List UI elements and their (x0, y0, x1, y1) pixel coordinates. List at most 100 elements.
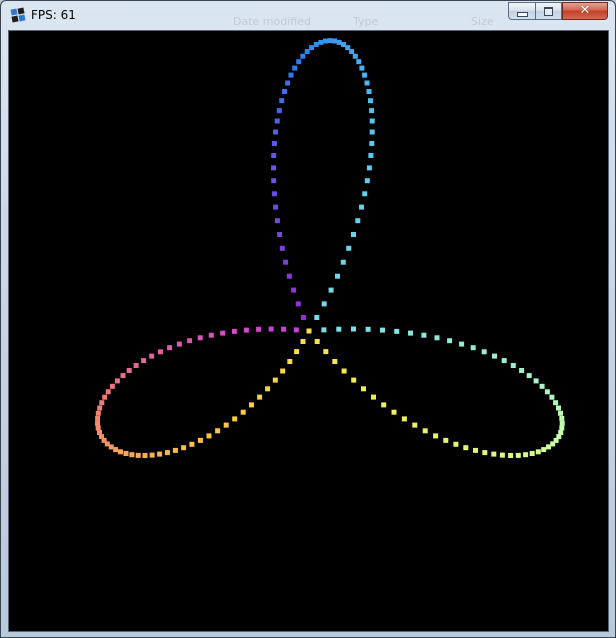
curve-dot (559, 420, 565, 426)
curve-dot (332, 359, 338, 364)
curve-dot (187, 338, 193, 344)
curve-dot (515, 452, 521, 458)
curve-dot (105, 389, 111, 395)
curve-dot (533, 378, 539, 384)
curve-dot (189, 441, 195, 447)
curve-dot (473, 447, 478, 453)
curve-dot (340, 259, 346, 265)
curve-dot (556, 405, 561, 411)
curve-dot (273, 204, 279, 210)
curve-dot (118, 449, 123, 455)
curve-dot (351, 326, 356, 332)
curve-dot (285, 80, 291, 86)
curve-dot (508, 453, 514, 458)
curve-dot (433, 433, 439, 439)
curve-dot (272, 377, 278, 383)
curve-dot (323, 38, 328, 44)
curve-dot (544, 389, 550, 395)
curve-dot (240, 409, 246, 415)
curve-dot (120, 373, 126, 379)
curve-dot (482, 450, 488, 456)
close-icon: ✕ (579, 3, 591, 18)
curve-dot (549, 394, 555, 400)
curve-dot (368, 153, 374, 158)
curve-dot (359, 204, 364, 210)
curve-dot (271, 153, 277, 158)
curve-dot (313, 42, 319, 47)
curve-dot (271, 178, 277, 184)
curve-dot (361, 386, 366, 392)
curve-dot (323, 349, 329, 355)
curve-dot (327, 38, 333, 44)
curve-dot (208, 332, 214, 338)
curve-dot (447, 338, 453, 344)
close-button[interactable]: ✕ (562, 2, 608, 20)
curve-dot (300, 339, 306, 344)
curve-dot (97, 430, 102, 435)
curve-dot (443, 437, 449, 443)
curve-dot (283, 259, 289, 265)
curve-dot (422, 428, 428, 434)
curve-dot (359, 65, 365, 71)
title-bar[interactable]: FPS: 61 Date modified Type Size ✕ (1, 1, 615, 30)
curve-dot (314, 339, 320, 344)
curve-dot (355, 218, 361, 224)
curve-dot (309, 45, 315, 51)
curve-dot (364, 80, 370, 86)
curve-dot (197, 335, 203, 341)
curve-dot (114, 378, 120, 384)
maximize-icon (544, 6, 553, 16)
curve-dot (157, 451, 163, 457)
curve-dot (97, 405, 103, 411)
curve-dot (181, 445, 187, 451)
curve-dot (135, 452, 141, 458)
curve-dot (286, 273, 292, 279)
curve-dot (559, 415, 565, 421)
maximize-button[interactable] (535, 2, 562, 20)
curve-dot (157, 349, 163, 355)
curve-dot (133, 363, 139, 368)
curve-dot (369, 108, 375, 114)
curve-dot (558, 410, 563, 416)
curve-dot (365, 326, 371, 332)
curve-dot (271, 141, 277, 146)
curve-dot (215, 428, 221, 434)
curve-dot (535, 449, 541, 455)
curve-dot (369, 118, 375, 124)
minimize-button[interactable] (508, 2, 535, 20)
curve-dot (271, 191, 277, 197)
curve-dot (142, 453, 148, 458)
curve-dot (271, 165, 276, 171)
curve-dot (351, 232, 356, 237)
curve-dot (401, 416, 407, 422)
curve-dot (95, 420, 100, 426)
curve-dot (206, 433, 212, 439)
curve-dot (294, 349, 300, 355)
curve-dot (351, 377, 357, 383)
curve-dot (529, 451, 535, 456)
curve-dot (499, 452, 505, 458)
curve-dot (453, 441, 459, 447)
curve-dot (546, 444, 551, 450)
render-canvas[interactable] (8, 30, 609, 632)
caption-buttons: ✕ (508, 2, 608, 20)
curve-dot (349, 49, 355, 54)
background-header-type: Type (353, 15, 379, 28)
curve-dot (220, 330, 226, 336)
curve-dot (295, 301, 301, 307)
curve-dot (292, 65, 298, 71)
curve-dot (113, 447, 119, 453)
curve-dot (281, 326, 287, 332)
curve-dot (328, 287, 334, 293)
curve-dot (541, 447, 547, 453)
curve-dot (273, 129, 279, 135)
curve-dot (296, 59, 302, 65)
curve-dot (559, 425, 565, 431)
curve-dot (481, 349, 487, 355)
app-icon[interactable] (10, 7, 26, 23)
background-header-size: Size (471, 15, 494, 28)
curve-dot (336, 39, 342, 45)
curve-dot (412, 422, 418, 428)
curve-dot (149, 353, 155, 359)
curve-dot (277, 232, 283, 237)
